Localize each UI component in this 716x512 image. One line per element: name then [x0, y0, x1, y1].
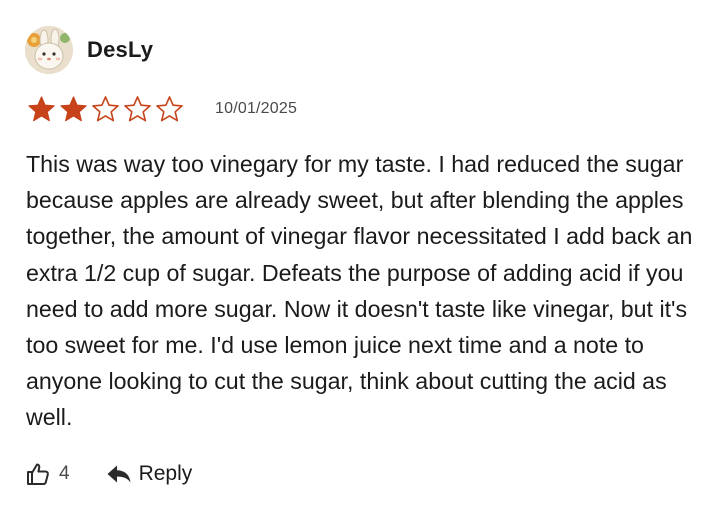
review-text: This was way too vinegary for my taste. …	[26, 151, 693, 431]
like-count: 4	[59, 463, 70, 484]
review-actions: 4 Reply	[25, 458, 192, 490]
like-button[interactable]: 4	[25, 461, 70, 487]
thumbs-up-icon[interactable]	[25, 461, 51, 487]
review-card: DesLy 10/01/2025 This was way too vinega…	[0, 0, 716, 512]
star-filled-icon	[28, 96, 55, 122]
avatar[interactable]	[25, 26, 73, 74]
reply-button[interactable]: Reply	[106, 462, 193, 486]
star-rating	[27, 95, 187, 123]
reply-label: Reply	[138, 462, 193, 485]
review-date: 10/01/2025	[215, 100, 298, 117]
review-header: DesLy	[25, 26, 153, 74]
star-empty-icon	[92, 96, 119, 122]
star-empty-icon	[156, 96, 183, 122]
star-empty-icon	[124, 96, 151, 122]
review-author[interactable]: DesLy	[87, 37, 153, 63]
rating-row: 10/01/2025	[27, 94, 297, 124]
bunny-avatar-icon	[25, 26, 73, 74]
reply-arrow-icon	[106, 463, 132, 485]
star-filled-icon	[60, 96, 87, 122]
